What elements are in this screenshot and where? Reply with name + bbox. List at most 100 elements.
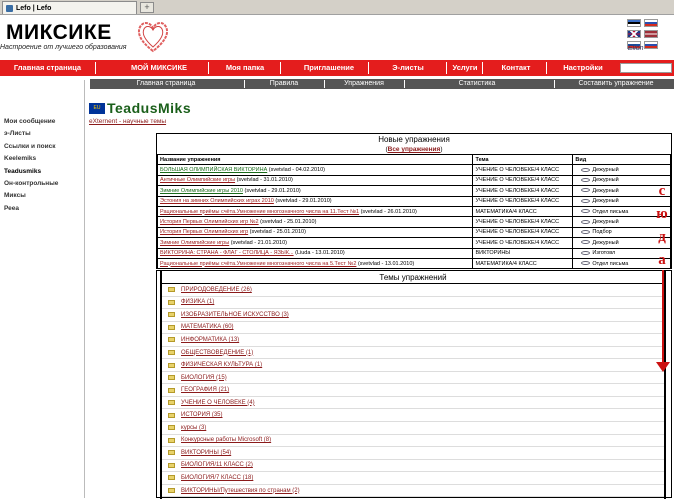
list-item: курсы (3) bbox=[162, 422, 664, 435]
exercise-kind: Отдел письма bbox=[592, 208, 629, 215]
new-tab-button[interactable]: + bbox=[140, 2, 154, 13]
theme-link[interactable]: ФИЗИЧЕСКАЯ КУЛЬТУРА (1) bbox=[181, 359, 262, 371]
annotation-letter: д bbox=[658, 229, 666, 245]
exercise-author: (svetvlad - 26.01.2010) bbox=[359, 208, 417, 215]
exercise-link[interactable]: Зимние Олимпийские игры bbox=[160, 240, 229, 246]
folder-icon bbox=[168, 387, 175, 393]
nav-my-folder[interactable]: Моя папка bbox=[210, 60, 280, 76]
site-slogan: Настроение от лучшего образования bbox=[0, 44, 127, 51]
list-item: ИНФОРМАТИКА (13) bbox=[162, 334, 664, 347]
leftnav-teadusmiks[interactable]: Teadusmiks bbox=[4, 166, 84, 178]
nav-main-page[interactable]: Главная страница bbox=[0, 60, 95, 76]
theme-link[interactable]: МАТЕМАТИКА (60) bbox=[181, 321, 234, 333]
subnav-rules[interactable]: Правила bbox=[246, 79, 322, 89]
exercise-link[interactable]: История Первых Олимпийских игр №2 bbox=[160, 219, 259, 225]
folder-icon bbox=[168, 488, 175, 494]
exercise-link[interactable]: ВИКТОРИНА: СТРАНА - ФЛАГ - СТОЛИЦА - ЯЗЫ… bbox=[160, 250, 294, 256]
theme-link[interactable]: ИСТОРИЯ (35) bbox=[181, 409, 223, 421]
theme-link[interactable]: ИНФОРМАТИКА (13) bbox=[181, 334, 239, 346]
leftnav-mixes[interactable]: Миксы bbox=[4, 190, 84, 202]
theme-link[interactable]: ПРИРОДОВЕДЕНИЕ (26) bbox=[181, 284, 252, 296]
nav-settings[interactable]: Настройки bbox=[548, 60, 618, 76]
nav-my-miksike[interactable]: МОЙ МИКСИКЕ bbox=[110, 60, 208, 76]
flag-ru2-icon[interactable] bbox=[643, 41, 658, 49]
folder-icon bbox=[168, 450, 175, 456]
theme-link[interactable]: курсы (3) bbox=[181, 422, 206, 434]
exercise-link[interactable]: Античные Олимпийские игры bbox=[160, 177, 235, 183]
nav-services[interactable]: Услуги bbox=[448, 60, 482, 76]
exercise-link[interactable]: Рациональные приёмы счёта.Умножение мног… bbox=[160, 261, 356, 267]
flag-gb-icon[interactable] bbox=[627, 30, 641, 38]
annotation-letter: с bbox=[658, 183, 666, 199]
preview-eye-icon[interactable] bbox=[581, 167, 591, 172]
left-divider bbox=[84, 80, 85, 498]
preview-eye-icon[interactable] bbox=[581, 219, 591, 224]
theme-link[interactable]: УЧЕНИЕ О ЧЕЛОВЕКЕ (4) bbox=[181, 397, 255, 409]
nav-invitation[interactable]: Приглашение bbox=[290, 60, 368, 76]
exercise-topic: ВИКТОРИНЫ bbox=[472, 247, 574, 259]
theme-link[interactable]: ВИКТОРИНЫ/Путешествия по странам (2) bbox=[181, 485, 300, 497]
sub-nav: Главная страница Правила Упражнения Стат… bbox=[90, 79, 674, 89]
nav-contact[interactable]: Контакт bbox=[486, 60, 546, 76]
exercise-author: (svetvlad - 31.01.2010) bbox=[235, 177, 293, 184]
folder-icon bbox=[168, 425, 175, 431]
browser-tab[interactable]: Lefo | Lefo bbox=[2, 1, 137, 14]
exercise-link[interactable]: Зимние Олимпийские игры 2010 bbox=[160, 188, 243, 194]
exercise-name-cell: ВИКТОРИНА: СТРАНА - ФЛАГ - СТОЛИЦА - ЯЗЫ… bbox=[156, 247, 474, 259]
theme-link[interactable]: ВИКТОРИНЫ (54) bbox=[181, 447, 231, 459]
theme-link[interactable]: Конкурсные работы Microsoft (8) bbox=[181, 434, 271, 446]
flag-ee-icon[interactable] bbox=[627, 19, 641, 27]
annotation-text: сюда bbox=[654, 180, 670, 272]
preview-eye-icon[interactable] bbox=[581, 261, 591, 266]
leftnav-links-search[interactable]: Ссылки и поиск bbox=[4, 141, 84, 153]
theme-link[interactable]: ФИЗИКА (1) bbox=[181, 296, 214, 308]
eu-flag-icon: EU bbox=[89, 102, 105, 114]
flag-lv-icon[interactable] bbox=[643, 30, 658, 38]
leftnav-keelemiks[interactable]: Keelemiks bbox=[4, 153, 84, 165]
folder-icon bbox=[168, 324, 175, 330]
favicon-icon bbox=[6, 4, 13, 12]
preview-eye-icon[interactable] bbox=[581, 209, 591, 214]
exercise-link[interactable]: БОЛЬШАЯ ОЛИМПИЙСКАЯ ВИКТОРИНА bbox=[160, 167, 267, 173]
subnav-statistics[interactable]: Статистика bbox=[408, 79, 546, 89]
exercise-author: (svetvlad - 25.01.2010) bbox=[248, 229, 306, 236]
theme-link[interactable]: БИОЛОГИЯ/11 КЛАСС (2) bbox=[181, 459, 253, 471]
folder-icon bbox=[168, 475, 175, 481]
table-row: История Первых Олимпийских игр №2 (svetv… bbox=[156, 216, 671, 228]
flag-ru-icon[interactable] bbox=[643, 19, 658, 27]
preview-eye-icon[interactable] bbox=[581, 178, 591, 183]
exercise-link[interactable]: Рациональные приёмы счёта.Умножение мног… bbox=[160, 209, 359, 215]
annotation-arrow-line bbox=[662, 270, 664, 370]
leftnav-e-sheets[interactable]: э-Листы bbox=[4, 128, 84, 140]
subnav-main-page[interactable]: Главная страница bbox=[90, 79, 242, 89]
leftnav-online-tests[interactable]: Он-контрольные bbox=[4, 178, 84, 190]
theme-link[interactable]: ИЗОБРАЗИТЕЛЬНОЕ ИСКУССТВО (3) bbox=[181, 309, 289, 321]
preview-eye-icon[interactable] bbox=[581, 188, 591, 193]
theme-link[interactable]: ОБЩЕСТВОВЕДЕНИЕ (1) bbox=[181, 347, 253, 359]
theme-link[interactable]: БИОЛОГИЯ/7 КЛАСС (18) bbox=[181, 472, 253, 484]
nav-e-sheets[interactable]: Э-листы bbox=[370, 60, 446, 76]
preview-eye-icon[interactable] bbox=[581, 250, 591, 255]
annotation-arrowhead-icon bbox=[656, 362, 670, 372]
subnav-compose-exercise[interactable]: Составить упражнение bbox=[558, 79, 674, 89]
folder-icon bbox=[168, 400, 175, 406]
theme-link[interactable]: ГЕОГРАФИЯ (21) bbox=[181, 384, 229, 396]
site-logo[interactable]: МИКСИКЕ bbox=[6, 21, 112, 45]
folder-icon bbox=[168, 350, 175, 355]
search-input[interactable] bbox=[620, 63, 672, 73]
preview-eye-icon[interactable] bbox=[581, 229, 591, 234]
preview-eye-icon[interactable] bbox=[581, 198, 591, 203]
all-exercises-link[interactable]: Все упражнения bbox=[388, 146, 441, 153]
exercise-author: (svetvlad - 13.01.2010) bbox=[356, 260, 415, 267]
theme-link[interactable]: БИОЛОГИЯ (15) bbox=[181, 372, 227, 384]
exercise-name-cell: Рациональные приёмы счёта.Умножение мног… bbox=[156, 257, 474, 270]
exercise-link[interactable]: Эстония на зимних Олимпийских играх 2010 bbox=[160, 198, 274, 204]
exercise-link[interactable]: История Первых Олимпийских игр bbox=[160, 229, 248, 235]
leftnav-messages[interactable]: Мои сообщение bbox=[4, 116, 84, 128]
subnav-exercises[interactable]: Упражнения bbox=[326, 79, 402, 89]
preview-eye-icon[interactable] bbox=[581, 240, 591, 245]
exercise-topic: МАТЕМАТИКА/4 КЛАСС bbox=[472, 257, 574, 270]
list-item: ФИЗИЧЕСКАЯ КУЛЬТУРА (1) bbox=[162, 359, 664, 372]
section-subtitle-link[interactable]: eXternent - научные темы bbox=[89, 118, 166, 125]
leftnav-reea[interactable]: Рееа bbox=[4, 203, 84, 215]
